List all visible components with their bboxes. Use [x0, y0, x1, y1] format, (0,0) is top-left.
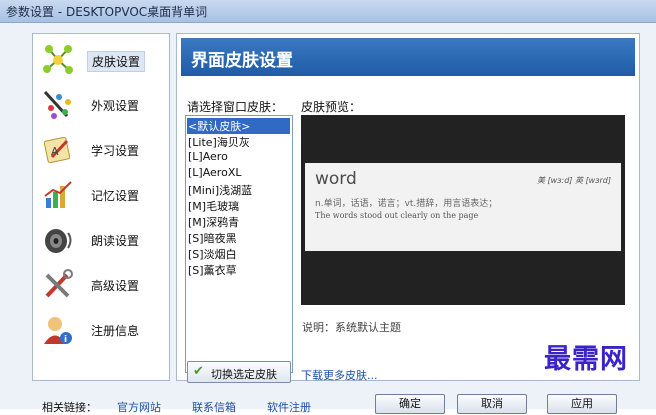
preview-definition: n.单词，话语，诺言；vt.措辞，用言语表达； [315, 199, 498, 209]
list-item[interactable]: [S]淡烟白 [188, 246, 237, 262]
svg-text:A: A [51, 145, 59, 158]
nav-item-study[interactable]: A 学习设置 [33, 128, 169, 173]
nav-item-label: 朗读设置 [91, 234, 140, 248]
nav-item-label: 学习设置 [91, 144, 140, 158]
switch-skin-button[interactable]: ✔ 切换选定皮肤 [187, 361, 291, 383]
nav-item-label: 高级设置 [91, 279, 140, 293]
title-bar: 参数设置 - DESKTOPVOC桌面背单词 [0, 0, 656, 23]
official-site-link[interactable]: 官方网站 [117, 399, 161, 415]
preview-word-card: word 美 [wɜːd] 英 [wɜrd] n.单词，话语，诺言；vt.措辞，… [305, 163, 621, 251]
related-links-label: 相关链接： [42, 401, 97, 414]
memory-chart-icon [44, 181, 72, 208]
preview-example: The words stood out clearly on the page [315, 211, 479, 220]
nav-item-label: 注册信息 [91, 324, 140, 338]
contact-email-link[interactable]: 联系信箱 [192, 399, 236, 415]
list-item[interactable]: <默认皮肤> [187, 118, 290, 134]
skin-description: 说明：系统默认主题 [302, 321, 401, 334]
cancel-button[interactable]: 取消 [457, 394, 527, 414]
window-title: 参数设置 - DESKTOPVOC桌面背单词 [6, 5, 208, 19]
skin-listbox[interactable]: <默认皮肤> [Lite]海贝灰 [L]Aero [L]AeroXL [Mini… [185, 115, 293, 373]
nav-item-skin[interactable]: 皮肤设置 [33, 38, 169, 83]
nav-item-label: 记忆设置 [91, 189, 140, 203]
footer: 相关链接： 官方网站 联系信箱 软件注册 确定 取消 应用 [0, 394, 656, 414]
study-icon: A [43, 136, 71, 164]
list-item[interactable]: [S]薰衣草 [188, 262, 237, 278]
apply-button[interactable]: 应用 [547, 394, 617, 414]
ok-button[interactable]: 确定 [375, 394, 445, 414]
download-more-skins-link[interactable]: 下载更多皮肤... [301, 367, 378, 383]
settings-panel: 界面皮肤设置 请选择窗口皮肤： 皮肤预览： <默认皮肤> [Lite]海贝灰 [… [176, 33, 640, 383]
skin-icon [43, 45, 73, 74]
tools-icon [45, 269, 73, 298]
speaker-icon [45, 229, 72, 253]
skin-preview: word 美 [wɜːd] 英 [wɜrd] n.单词，话语，诺言；vt.措辞，… [301, 115, 625, 305]
list-item[interactable]: [L]AeroXL [188, 166, 242, 179]
nav-item-advanced[interactable]: 高级设置 [33, 263, 169, 308]
svg-text:i: i [64, 335, 67, 345]
list-item[interactable]: [S]暗夜黑 [188, 230, 237, 246]
preview-phonetic: 美 [wɜːd] 英 [wɜrd] [536, 176, 611, 185]
checkmark-icon: ✔ [193, 364, 204, 379]
list-item[interactable]: [M]深鸦青 [188, 214, 239, 230]
skin-preview-label: 皮肤预览： [301, 100, 362, 114]
nav-item-registration[interactable]: i 注册信息 [33, 308, 169, 353]
choose-skin-label: 请选择窗口皮肤： [187, 100, 284, 114]
settings-nav: 皮肤设置 外观设置 A 学习设置 记忆设置 朗读设置 高级设置 i 注册信息 [32, 33, 170, 381]
watermark: 最需网 [544, 344, 628, 375]
list-item[interactable]: [Mini]浅湖蓝 [188, 182, 252, 198]
nav-item-appearance[interactable]: 外观设置 [33, 83, 169, 128]
nav-item-label: 外观设置 [91, 99, 140, 113]
panel-header: 界面皮肤设置 [181, 38, 635, 76]
list-item[interactable]: [L]Aero [188, 150, 228, 163]
nav-item-reading[interactable]: 朗读设置 [33, 218, 169, 263]
panel-title: 界面皮肤设置 [191, 51, 293, 71]
register-link[interactable]: 软件注册 [267, 399, 311, 415]
preview-word: word [315, 169, 357, 189]
user-info-icon: i [44, 317, 72, 345]
nav-item-memory[interactable]: 记忆设置 [33, 173, 169, 218]
palette-icon [43, 90, 71, 119]
switch-skin-label: 切换选定皮肤 [211, 368, 277, 381]
list-item[interactable]: [M]毛玻璃 [188, 198, 239, 214]
list-item[interactable]: [Lite]海贝灰 [188, 134, 250, 150]
nav-item-label: 皮肤设置 [87, 51, 146, 72]
